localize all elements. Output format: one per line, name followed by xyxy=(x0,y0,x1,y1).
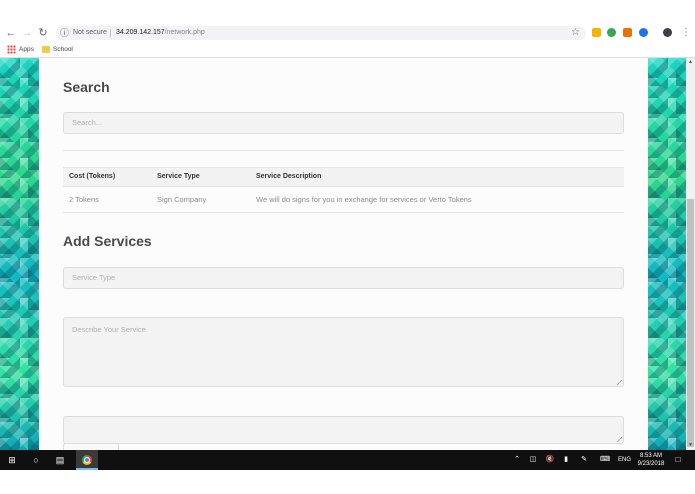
resize-handle-icon[interactable] xyxy=(617,437,622,442)
task-view-icon[interactable]: ▤ xyxy=(54,450,66,470)
volume-muted-icon[interactable]: 🔇 xyxy=(544,450,556,470)
section-divider xyxy=(63,150,624,151)
page-scrollbar[interactable]: ▲ ▼ xyxy=(686,58,695,450)
services-table: Cost (Tokens) Service Type Service Descr… xyxy=(63,167,624,213)
add-services-heading: Add Services xyxy=(63,233,152,249)
windows-start-icon[interactable]: ⊞ xyxy=(6,450,18,470)
submit-button-partial[interactable] xyxy=(63,443,119,450)
service-description-textarea[interactable]: Describe Your Service xyxy=(63,317,624,387)
extension-grammarly-icon[interactable] xyxy=(607,28,616,37)
screen: ← → ↻ ⓘ Not secure 34.209.142.157/networ… xyxy=(0,0,695,494)
language-indicator[interactable]: ENG xyxy=(618,450,631,470)
action-center-icon[interactable]: □ xyxy=(672,450,684,470)
service-type-placeholder: Service Type xyxy=(72,273,116,282)
cell-cost: 2 Tokens xyxy=(69,195,99,204)
bookmark-school[interactable]: School xyxy=(53,45,73,55)
table-header: Cost (Tokens) Service Type Service Descr… xyxy=(63,167,624,187)
security-label: Not secure xyxy=(73,29,107,36)
bookmarks-bar: Apps School xyxy=(0,42,695,58)
cell-service-description: We will do signs for you in exchange for… xyxy=(256,195,472,204)
url-path: /network.php xyxy=(164,29,205,36)
reload-icon[interactable]: ↻ xyxy=(36,26,50,40)
column-cost: Cost (Tokens) xyxy=(69,173,116,180)
more-menu-icon[interactable]: ⋮ xyxy=(681,27,691,39)
scrollbar-thumb[interactable] xyxy=(687,199,694,447)
resize-handle-icon[interactable] xyxy=(617,380,622,385)
clock[interactable]: 8:53 AM 9/23/2018 xyxy=(636,452,666,468)
bookmark-star-icon[interactable]: ☆ xyxy=(571,26,580,40)
column-service-type: Service Type xyxy=(157,173,200,180)
chrome-icon[interactable] xyxy=(82,455,92,465)
profile-avatar-icon[interactable] xyxy=(663,28,672,37)
network-icon[interactable]: ◫ xyxy=(528,450,538,470)
column-service-description: Service Description xyxy=(256,173,322,180)
browser-toolbar: ← → ↻ ⓘ Not secure 34.209.142.157/networ… xyxy=(0,24,695,42)
extension-globe-icon[interactable] xyxy=(639,28,648,37)
cell-service-type: Sign Company xyxy=(157,195,207,204)
service-type-input[interactable]: Service Type xyxy=(63,267,624,289)
clock-time: 8:53 AM xyxy=(639,453,662,459)
extension-notes-icon[interactable] xyxy=(592,28,601,37)
forward-arrow-icon[interactable]: → xyxy=(20,26,34,40)
right-decorative-pattern xyxy=(648,58,686,450)
address-bar[interactable]: ⓘ Not secure 34.209.142.157/network.php … xyxy=(56,26,586,40)
scroll-up-arrow-icon[interactable]: ▲ xyxy=(686,58,695,67)
apps-grid-icon[interactable] xyxy=(7,45,16,54)
battery-icon[interactable]: ▮ xyxy=(561,450,571,470)
keyboard-icon[interactable]: ⌨ xyxy=(598,450,612,470)
search-heading: Search xyxy=(63,79,110,95)
table-row: 2 Tokens Sign Company We will do signs f… xyxy=(63,187,624,213)
main-content: Search Search... Cost (Tokens) Service T… xyxy=(39,58,648,450)
info-icon[interactable]: ⓘ xyxy=(60,26,69,40)
additional-textarea[interactable] xyxy=(63,416,624,444)
clock-date: 9/23/2018 xyxy=(637,461,665,467)
left-decorative-pattern xyxy=(0,58,39,450)
pen-icon[interactable]: ✎ xyxy=(579,450,589,470)
url-host: 34.209.142.157 xyxy=(116,29,165,36)
cortana-search-icon[interactable]: ○ xyxy=(30,450,42,470)
url-text[interactable]: 34.209.142.157/network.php xyxy=(116,26,205,40)
service-description-placeholder: Describe Your Service xyxy=(72,325,146,334)
windows-taskbar: ⊞ ○ ▤ ⌃ ◫ 🔇 ▮ ✎ ⌨ ENG 8:53 AM 9/23/2018 … xyxy=(0,450,695,470)
bookmark-apps[interactable]: Apps xyxy=(19,45,34,55)
scroll-down-arrow-icon[interactable]: ▼ xyxy=(686,441,695,450)
extension-wallet-icon[interactable] xyxy=(623,28,632,37)
back-arrow-icon[interactable]: ← xyxy=(4,26,18,40)
search-placeholder: Search... xyxy=(72,118,103,127)
tray-chevron-icon[interactable]: ⌃ xyxy=(512,450,522,470)
page-viewport: Search Search... Cost (Tokens) Service T… xyxy=(0,58,686,450)
folder-icon[interactable] xyxy=(42,46,50,53)
omnibox-separator xyxy=(110,29,111,37)
search-input[interactable]: Search... xyxy=(63,112,624,134)
